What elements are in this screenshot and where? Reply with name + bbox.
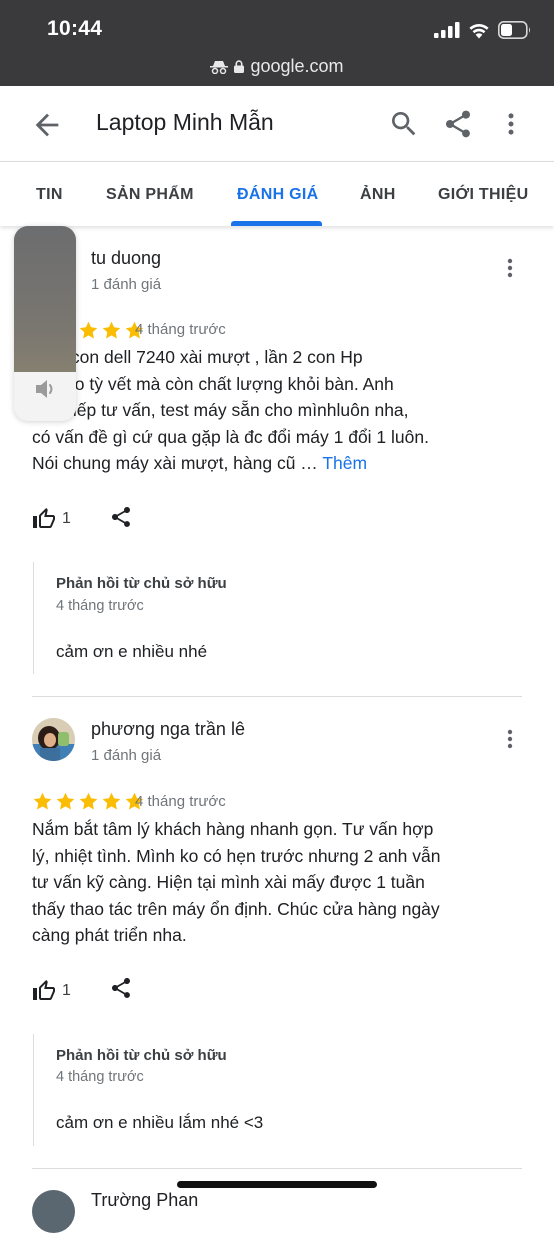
avatar-photo bbox=[32, 718, 75, 761]
owner-reply-time: 4 tháng trước bbox=[56, 1069, 144, 1085]
review-text-line-tail: Nói chung máy xài mượt, hàng cũ … bbox=[32, 453, 318, 473]
search-icon[interactable] bbox=[388, 108, 420, 140]
tab-san-pham[interactable]: SẢN PHẨM bbox=[106, 186, 194, 204]
cellular-signal-icon bbox=[434, 22, 460, 38]
review-text-line: Nắm bắt tâm lý khách hàng nhanh gọn. Tư … bbox=[32, 819, 434, 839]
tab-tin[interactable]: TIN bbox=[36, 186, 63, 204]
review-divider bbox=[32, 1168, 522, 1169]
review-text-line: thấy thao tác trên máy ổn định. Chúc cửa… bbox=[32, 898, 440, 919]
share-icon[interactable] bbox=[109, 976, 133, 1000]
tab-gioi-thieu[interactable]: GIỚI THIỆU bbox=[438, 186, 528, 204]
tab-anh[interactable]: ẢNH bbox=[360, 186, 396, 204]
review-text-line: mua con dell 7240 xài mượt , lần 2 con H… bbox=[32, 347, 363, 367]
volume-level-fill bbox=[14, 226, 76, 372]
star-icon bbox=[102, 792, 121, 810]
tab-bar: TIN SẢN PHẨM ĐÁNH GIÁ ẢNH GIỚI THIỆU bbox=[0, 161, 554, 226]
more-link[interactable]: Thêm bbox=[322, 453, 367, 473]
review-text-line: càng phát triển nha. bbox=[32, 925, 187, 945]
incognito-icon bbox=[210, 60, 229, 74]
back-arrow-icon[interactable] bbox=[30, 108, 64, 142]
status-icons bbox=[434, 20, 532, 40]
share-icon[interactable] bbox=[109, 505, 133, 529]
share-icon[interactable] bbox=[442, 108, 474, 140]
more-vert-icon[interactable] bbox=[498, 725, 522, 753]
review-text-line: trực tiếp tư vấn, test máy sẵn cho mìnhl… bbox=[32, 400, 409, 420]
owner-reply-title: Phản hồi từ chủ sở hữu bbox=[56, 575, 227, 592]
review-text-line: lý, nhiệt tình. Mình ko có hẹn trước như… bbox=[32, 845, 441, 866]
star-icon bbox=[56, 792, 75, 810]
more-vert-icon[interactable] bbox=[496, 108, 526, 140]
review-divider bbox=[32, 696, 522, 697]
owner-reply-title: Phản hồi từ chủ sở hữu bbox=[56, 1047, 227, 1064]
reviewer-name[interactable]: phương nga trần lê bbox=[91, 719, 245, 740]
review-text: Nắm bắt tâm lý khách hàng nhanh gọn. Tư … bbox=[32, 816, 492, 949]
star-icon bbox=[79, 792, 98, 810]
star-icon bbox=[79, 321, 98, 339]
review-time: 4 tháng trước bbox=[135, 321, 226, 338]
active-tab-indicator bbox=[231, 221, 322, 226]
review-text-line: Nói chung máy xài mượt, hàng cũ … Thêm bbox=[32, 450, 492, 477]
app-bar: Laptop Minh Mẫn bbox=[0, 86, 554, 161]
like-button[interactable]: 1 bbox=[32, 979, 71, 1003]
review-text: mua con dell 7240 xài mượt , lần 2 con H… bbox=[32, 344, 492, 477]
thumb-up-icon bbox=[33, 980, 55, 1000]
status-bar: 10:44 google.com bbox=[0, 0, 554, 86]
like-count: 1 bbox=[62, 510, 71, 527]
more-vert-icon[interactable] bbox=[498, 254, 522, 282]
avatar[interactable] bbox=[32, 718, 75, 761]
thumb-up-icon bbox=[33, 508, 55, 528]
star-rating bbox=[32, 791, 145, 812]
review-text-line: có vấn đề gì cứ qua gặp là đc đổi máy 1 … bbox=[32, 426, 429, 447]
status-time: 10:44 bbox=[47, 17, 103, 40]
wifi-icon bbox=[469, 23, 489, 39]
like-button[interactable]: 1 bbox=[32, 507, 71, 531]
tab-danh-gia[interactable]: ĐÁNH GIÁ bbox=[237, 186, 319, 204]
owner-reply-text: cảm ơn e nhiều nhé bbox=[56, 642, 208, 661]
home-indicator[interactable] bbox=[177, 1181, 377, 1188]
like-count: 1 bbox=[62, 982, 71, 999]
owner-reply-text: cảm ơn e nhiều lắm nhé <3 bbox=[56, 1113, 264, 1132]
page-title: Laptop Minh Mẫn bbox=[96, 109, 274, 135]
owner-reply-time: 4 tháng trước bbox=[56, 598, 144, 614]
url-text: google.com bbox=[250, 56, 344, 76]
review-time: 4 tháng trước bbox=[135, 793, 226, 810]
reviewer-name[interactable]: tu duong bbox=[91, 248, 161, 269]
reviewer-review-count: 1 đánh giá bbox=[91, 747, 162, 764]
avatar[interactable] bbox=[32, 1190, 75, 1233]
lock-icon bbox=[234, 60, 245, 73]
battery-icon bbox=[498, 21, 530, 39]
url-bar[interactable]: google.com bbox=[0, 56, 554, 77]
star-icon bbox=[102, 321, 121, 339]
reviewer-name[interactable]: Trường Phan bbox=[91, 1190, 198, 1211]
review-text-line: đẹp ko tỳ vết mà còn chất lượng khỏi bàn… bbox=[32, 373, 394, 394]
review-text-line: tư vấn kỹ càng. Hiện tại mình xài mấy đư… bbox=[32, 872, 425, 892]
reviewer-review-count: 1 đánh giá bbox=[91, 276, 162, 293]
star-icon bbox=[33, 792, 52, 810]
volume-slider[interactable] bbox=[14, 226, 76, 421]
speaker-icon bbox=[36, 380, 53, 398]
